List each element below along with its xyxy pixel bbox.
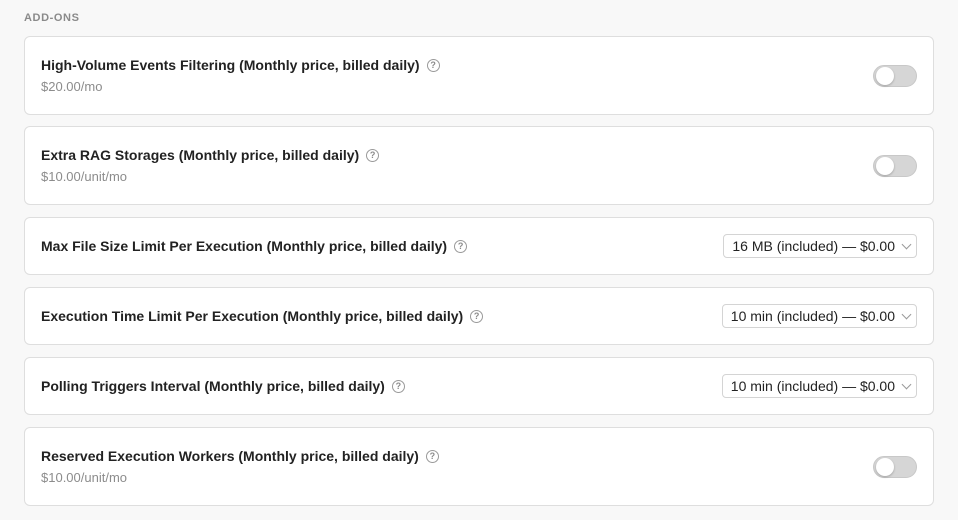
select-value: 10 min (included) — $0.00 — [730, 378, 895, 394]
addon-name-row: Extra RAG Storages (Monthly price, bille… — [41, 146, 380, 164]
toggle-knob — [876, 66, 894, 85]
toggle-knob — [876, 457, 894, 476]
addon-card-high-volume-events-filtering: High-Volume Events Filtering (Monthly pr… — [24, 36, 934, 115]
addon-card-max-file-size: Max File Size Limit Per Execution (Month… — [24, 217, 934, 275]
addon-card-extra-rag-storages: Extra RAG Storages (Monthly price, bille… — [24, 126, 934, 205]
section-title: ADD-ONS — [24, 12, 80, 24]
addon-info: Extra RAG Storages (Monthly price, bille… — [41, 146, 380, 185]
addon-toggle-extra-rag-storages[interactable] — [873, 154, 917, 177]
addon-price: $10.00/unit/mo — [41, 169, 128, 184]
addon-name-row: Execution Time Limit Per Execution (Mont… — [41, 307, 484, 325]
max-file-size-select[interactable]: 16 MB (included) — $0.00 — [723, 234, 917, 258]
help-circle-icon[interactable]: ? — [391, 379, 405, 393]
help-circle-icon[interactable]: ? — [425, 449, 439, 463]
addon-toggle-reserved-execution-workers[interactable] — [873, 455, 917, 478]
addon-toggle-high-volume-events-filtering[interactable] — [873, 64, 917, 87]
addon-info: Reserved Execution Workers (Monthly pric… — [41, 447, 439, 486]
addon-price: $10.00/unit/mo — [41, 470, 128, 485]
addon-card-execution-time-limit: Execution Time Limit Per Execution (Mont… — [24, 287, 934, 345]
addons-page: ADD-ONS High-Volume Events Filtering (Mo… — [0, 0, 958, 520]
addon-name-row: Reserved Execution Workers (Monthly pric… — [41, 447, 439, 465]
chevron-down-icon — [901, 379, 912, 389]
help-circle-icon[interactable]: ? — [454, 239, 468, 253]
addon-name: Execution Time Limit Per Execution (Mont… — [41, 308, 464, 324]
addon-name: Polling Triggers Interval (Monthly price… — [41, 378, 385, 394]
toggle-knob — [876, 156, 894, 175]
help-circle-icon[interactable]: ? — [366, 148, 380, 162]
addon-name: Extra RAG Storages (Monthly price, bille… — [41, 147, 360, 163]
chevron-down-icon — [901, 309, 912, 319]
polling-triggers-interval-select[interactable]: 10 min (included) — $0.00 — [721, 374, 917, 398]
addon-price: $20.00/mo — [41, 79, 103, 94]
chevron-down-icon — [901, 239, 912, 249]
addon-card-polling-triggers-interval: Polling Triggers Interval (Monthly price… — [24, 357, 934, 415]
addon-name-row: Max File Size Limit Per Execution (Month… — [41, 237, 468, 255]
addon-name: Max File Size Limit Per Execution (Month… — [41, 238, 448, 254]
addon-info: High-Volume Events Filtering (Monthly pr… — [41, 56, 440, 95]
addon-card-reserved-execution-workers: Reserved Execution Workers (Monthly pric… — [24, 427, 934, 506]
select-value: 16 MB (included) — $0.00 — [732, 238, 895, 254]
addon-name-row: High-Volume Events Filtering (Monthly pr… — [41, 56, 440, 74]
addon-name: High-Volume Events Filtering (Monthly pr… — [41, 57, 420, 73]
addon-name-row: Polling Triggers Interval (Monthly price… — [41, 377, 405, 395]
help-circle-icon[interactable]: ? — [426, 58, 440, 72]
execution-time-limit-select[interactable]: 10 min (included) — $0.00 — [721, 304, 917, 328]
select-value: 10 min (included) — $0.00 — [730, 308, 895, 324]
addon-name: Reserved Execution Workers (Monthly pric… — [41, 448, 419, 464]
help-circle-icon[interactable]: ? — [470, 309, 484, 323]
